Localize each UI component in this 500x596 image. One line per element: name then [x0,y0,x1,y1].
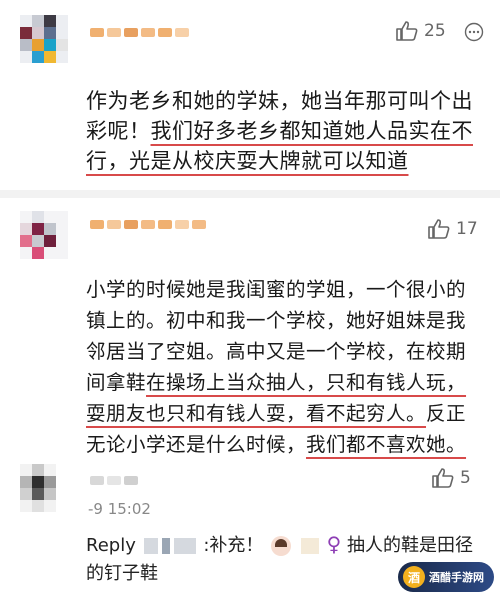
blurred-username-block [173,538,196,554]
avatar[interactable] [20,211,68,259]
more-dots-icon [464,22,484,42]
blurred-block [300,538,319,554]
watermark-text: 酒醋手游网 [429,571,484,584]
username-blurred[interactable] [90,476,138,485]
comment-text: 作为老乡和她的学妹，她当年那可叫个出彩呢！我们好多老乡都知道她人品实在不行，光是… [86,86,480,176]
female-symbol-icon: ♀ [326,532,342,556]
watermark-logo-icon: 酒 [403,566,425,588]
like-count: 17 [456,219,478,239]
comment-text: 小学的时候她是我闺蜜的学姐，一个很小的镇上的。初中和我一个学校，她好姐妹是我邻居… [86,274,480,460]
avatar[interactable] [20,464,56,512]
thumbs-up-icon [432,468,454,488]
blurred-username-block [143,538,158,554]
reply-tail: :补充！ [203,535,264,556]
comment-text-underlined: 我们都不喜欢她。 [306,433,467,456]
reply-prefix[interactable]: Reply [86,535,136,556]
blurred-username-block [161,538,170,554]
comment-card-1: 25 作为老乡和她的学妹，她当年那可叫个出彩呢！我们好多老乡都知道她人品实在不行… [0,0,500,190]
like-count: 25 [424,21,446,41]
comment-timestamp: -9 15:02 [88,500,151,518]
thumbs-up-icon [396,21,418,41]
watermark: 酒 酒醋手游网 [398,562,494,592]
like-button[interactable]: 25 [396,21,446,41]
like-count: 5 [460,468,471,488]
avatar[interactable] [20,15,68,63]
username-blurred[interactable] [90,220,206,229]
username-blurred[interactable] [90,28,189,37]
like-button[interactable]: 17 [428,219,478,239]
thumbs-up-icon [428,219,450,239]
face-emoji-icon [271,536,292,556]
like-button[interactable]: 5 [432,468,471,488]
more-options-button[interactable] [464,22,484,42]
comment-card-2: 17 小学的时候她是我闺蜜的学姐，一个很小的镇上的。初中和我一个学校，她好姐妹是… [0,198,500,470]
